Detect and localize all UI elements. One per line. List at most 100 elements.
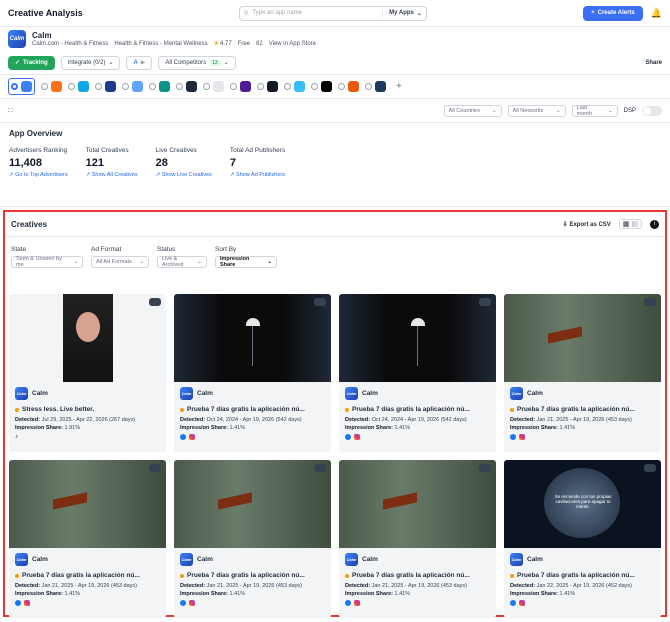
countries-select[interactable]: All Countries ⌄ [443, 104, 502, 117]
period-select[interactable]: Last month ⌄ [571, 104, 618, 117]
stat-link[interactable]: ↗ Show Ad Publishers [230, 172, 285, 178]
info-icon[interactable]: i [650, 219, 659, 229]
filter-group: Sort By Impression Share ⌄ [215, 246, 277, 268]
chevron-down-icon: ⌄ [267, 259, 272, 265]
stat-link[interactable]: ↗ Go to Top Advertisers [9, 172, 68, 178]
competitor-app-4[interactable] [122, 81, 143, 92]
instagram-icon [189, 434, 195, 440]
facebook-icon [345, 434, 351, 440]
my-apps-dropdown[interactable]: My Apps ⌄ [382, 9, 422, 17]
creative-thumbnail[interactable]: Se enciende con tus propias cavilaciones… [504, 460, 661, 548]
radio-button[interactable] [257, 83, 264, 90]
filter-select[interactable]: Seen & Unseen by me ⌄ [11, 256, 83, 268]
radio-button[interactable] [149, 83, 156, 90]
creative-card[interactable]: Calm Calm Prueba 7 días gratis la aplicaci… [174, 460, 331, 618]
creative-card[interactable]: Calm Calm Prueba 7 días gratis la aplicaci… [174, 294, 331, 452]
radio-button[interactable] [11, 83, 18, 90]
stat-link[interactable]: ↗ Show Live Creatives [156, 172, 212, 178]
competitor-app-12[interactable] [338, 81, 359, 92]
creative-thumbnail[interactable] [174, 294, 331, 382]
competitor-app-5[interactable] [149, 81, 170, 92]
stat-value: 121 [85, 157, 104, 169]
facebook-icon [180, 434, 186, 440]
app-icon [294, 81, 305, 92]
stat-link[interactable]: ↗ Show All Creatives [86, 172, 138, 178]
bell-icon[interactable]: 🔔 [651, 8, 662, 19]
app-logo: Calm [15, 553, 28, 566]
radio-button[interactable] [95, 83, 102, 90]
app-downloads: 82 [256, 40, 263, 47]
detected-label: Detected: [345, 583, 371, 589]
creative-thumbnail[interactable] [339, 460, 496, 548]
chevron-down-icon: ⌄ [223, 60, 229, 66]
radio-button[interactable] [284, 83, 291, 90]
stat-link-label: Go to Top Advertisers [15, 172, 68, 178]
radio-button[interactable] [365, 83, 372, 90]
radio-button[interactable] [203, 83, 210, 90]
creative-card[interactable]: Se enciende con tus propias cavilaciones… [504, 460, 661, 618]
creative-thumbnail[interactable] [9, 294, 166, 382]
share-label: Impression Share: [345, 591, 393, 597]
creative-card[interactable]: Calm Calm Prueba 7 días gratis la aplicaci… [504, 294, 661, 452]
tiktok-icon: ♪ [15, 434, 18, 440]
integrate-label: Integrate (0/2) [67, 59, 106, 66]
creative-thumbnail[interactable] [174, 460, 331, 548]
competitor-app-7[interactable] [203, 81, 224, 92]
search-input[interactable]: ⚲ Type an app name My Apps ⌄ [238, 5, 427, 21]
creative-card[interactable]: Calm Calm Stress less. Live better. Detecte… [9, 294, 166, 452]
creative-card[interactable]: Calm Calm Prueba 7 días gratis la aplicaci… [339, 460, 496, 618]
radio-button[interactable] [338, 83, 345, 90]
competitor-app-3[interactable] [95, 81, 116, 92]
competitors-button[interactable]: All Competitors 13 ⌄ [158, 55, 236, 70]
filter-select[interactable]: All Ad Formats ⌄ [91, 256, 149, 268]
create-alerts-button[interactable]: + Create Alerts [583, 5, 643, 21]
competitor-app-10[interactable] [284, 81, 305, 92]
app-store-link[interactable]: View in App Store [269, 41, 316, 47]
competitor-app-11[interactable] [311, 81, 332, 92]
creative-thumbnail[interactable] [339, 294, 496, 382]
tracking-button[interactable]: ✓ Tracking [8, 55, 55, 70]
facebook-icon [345, 600, 351, 606]
detected-value: Jan 22, 2025 - Apr 19, 2026 (452 days) [536, 583, 632, 589]
share-button[interactable]: Share [645, 60, 662, 66]
competitor-app-13[interactable] [365, 81, 386, 92]
app-meta: Calm.com - Health & Fitness Health & Fit… [32, 40, 316, 48]
radio-button[interactable] [311, 83, 318, 90]
stat-value: 11,408 [9, 157, 43, 169]
radio-button[interactable] [68, 83, 75, 90]
competitor-app-6[interactable] [176, 81, 197, 92]
dsp-toggle[interactable] [642, 105, 662, 116]
creative-thumbnail[interactable] [504, 294, 661, 382]
creative-card[interactable]: Calm Calm Prueba 7 días gratis la aplicaci… [9, 460, 166, 618]
export-csv-button[interactable]: ⇩ Export as CSV [563, 221, 611, 228]
filter-select[interactable]: Impression Share ⌄ [215, 256, 277, 268]
competitor-app-2[interactable] [68, 81, 89, 92]
grid-icon[interactable]: ∷ [8, 106, 13, 115]
competitor-app-1[interactable] [41, 81, 62, 92]
store-toggle[interactable]: A ▶ [126, 55, 153, 70]
creative-title: Prueba 7 días gratis la aplicación nú... [352, 406, 470, 413]
app-icon [321, 81, 332, 92]
radio-button[interactable] [230, 83, 237, 90]
filter-select[interactable]: Live & Archived ⌄ [157, 256, 207, 268]
add-competitor-button[interactable]: + [396, 81, 402, 92]
creative-thumbnail[interactable] [9, 460, 166, 548]
brand-name: Calm [197, 556, 213, 563]
creative-card[interactable]: Calm Calm Prueba 7 días gratis la aplicaci… [339, 294, 496, 452]
radio-button[interactable] [122, 83, 129, 90]
stat-label: Total Ad Publishers [229, 147, 286, 154]
competitor-app-9[interactable] [257, 81, 278, 92]
integrate-button[interactable]: Integrate (0/2) ⌄ [60, 55, 121, 70]
list-view-icon[interactable]: ▤ [631, 221, 638, 228]
header-actions: + Create Alerts 🔔 [583, 5, 662, 21]
platforms [15, 600, 160, 606]
radio-button[interactable] [176, 83, 183, 90]
grid-view-icon[interactable]: ▦ [623, 221, 630, 228]
networks-select[interactable]: All Networks ⌄ [507, 104, 566, 117]
app-icon [186, 81, 197, 92]
search-icon: ⚲ [243, 10, 249, 17]
view-toggle[interactable]: ▦ ▤ [618, 219, 642, 229]
competitor-app-0[interactable] [8, 78, 35, 95]
competitor-app-8[interactable] [230, 81, 251, 92]
radio-button[interactable] [41, 83, 48, 90]
